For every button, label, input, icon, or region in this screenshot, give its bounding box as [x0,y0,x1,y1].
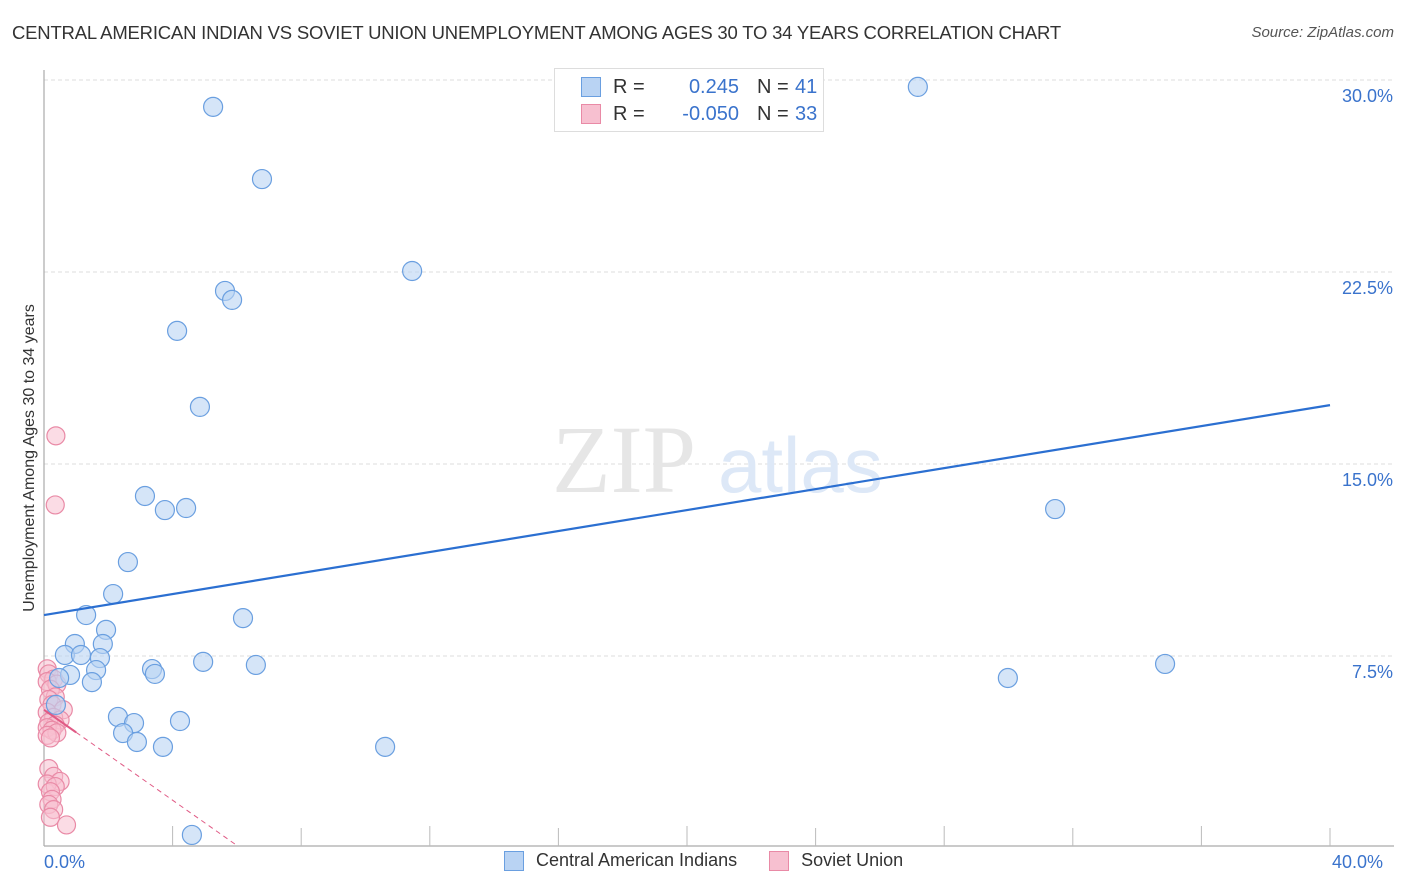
central-american-indians-point [81,672,103,693]
n-label: N = [757,102,789,125]
x-tick-label-min: 0.0% [44,852,86,872]
y-tick-label: 15.0% [1341,470,1393,490]
correlation-legend: R = 0.245 N = 41 R = -0.050 N = 33 [554,68,824,132]
central-american-indians-point [144,663,166,685]
r-value: 0.245 [688,75,739,98]
gridlines [44,79,1394,657]
central-american-indians-point [203,96,224,117]
n-value: 33 [795,102,818,125]
central-american-indians-point [245,654,266,676]
central-american-indians-point [251,168,273,190]
soviet-union-point [40,728,61,748]
legend-item-soviet-union[interactable]: Soviet Union [769,850,903,871]
central-american-indians-point [181,824,202,846]
central-american-indians-point [375,736,396,757]
pink-swatch-icon [769,850,790,871]
n-value: 41 [795,75,818,98]
r-label: R = [613,102,645,125]
soviet-union-point [46,426,66,446]
central-american-indians-point [193,651,214,672]
legend-label: Central American Indians [536,850,738,870]
y-tick-label: 30.0% [1341,86,1393,106]
r-value: -0.050 [682,102,739,125]
legend-row-central-american-indians: R = 0.245 N = 41 [581,75,817,99]
central-american-indians-point [103,583,124,605]
watermark: ZIP atlas [552,406,883,513]
central-american-indians-point [402,260,423,282]
legend-item-central-american-indians[interactable]: Central American Indians [504,850,737,871]
central-american-indians-point [49,667,70,689]
central-american-indians-point [70,644,92,666]
central-american-indians-point [997,667,1018,689]
soviet-union-point [40,807,61,827]
central-american-indians-point [189,396,211,418]
soviet-union-point [45,495,65,515]
central-american-indians-point [152,736,174,757]
legend-row-soviet-union: R = -0.050 N = 33 [581,102,817,126]
blue-swatch-icon [504,850,524,871]
x-tick-label-max: 40.0% [1332,852,1384,872]
central-american-indians-point [1154,653,1176,675]
series-legend: Central American Indians Soviet Union [504,850,935,871]
central-american-indians-point [134,485,156,507]
soviet-union-point [56,815,77,835]
central-american-indians-point [232,608,254,629]
n-label: N = [757,75,789,98]
central-american-indians-point [126,731,148,753]
watermark-atlas: atlas [718,421,883,509]
r-label: R = [613,75,645,98]
pink-swatch-icon [581,104,601,124]
y-tick-label: 7.5% [1351,662,1393,682]
central-american-indians-point [154,499,175,521]
central-american-indians-point [169,710,191,732]
y-tick-label: 22.5% [1341,278,1393,298]
central-american-indians-point [176,497,197,519]
central-american-indians-point [907,76,928,98]
legend-label: Soviet Union [801,850,904,870]
central-american-indians-point [117,551,139,573]
central-american-indians-point [221,289,243,311]
central-american-indians-point [1045,498,1066,520]
y-axis-label: Unemployment Among Ages 30 to 34 years [21,304,38,612]
central-american-indians-point [167,320,188,341]
scatter-chart: ZIP atlas [37,70,1394,847]
blue-swatch-icon [581,77,601,97]
central-american-indians-point [45,694,66,715]
watermark-zip: ZIP [552,406,696,513]
